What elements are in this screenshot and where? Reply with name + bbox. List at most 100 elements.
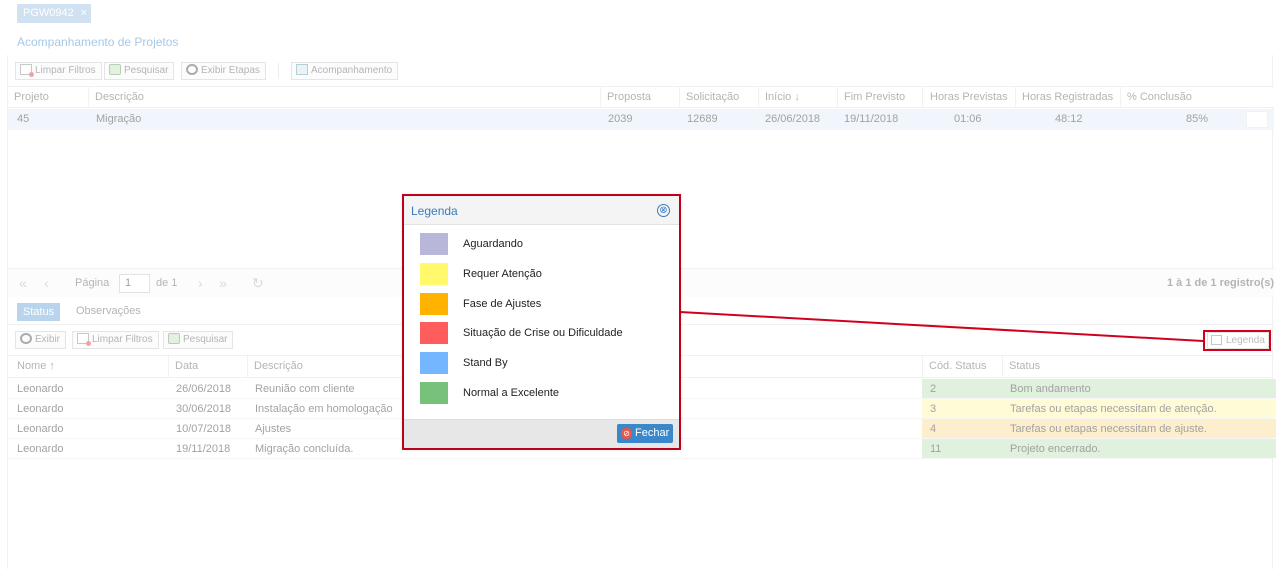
search-icon — [168, 333, 180, 344]
prev-page-icon[interactable]: ‹ — [44, 275, 49, 291]
legend-swatch — [420, 352, 448, 375]
cell-descricao: Migração — [96, 113, 142, 125]
legend-swatch — [420, 292, 448, 315]
show-stages-button[interactable]: Exibir Etapas — [181, 62, 266, 80]
cancel-icon: ⊘ — [621, 428, 632, 439]
dialog-title: Legenda — [411, 204, 458, 218]
lower-clear-filters-label: Limpar Filtros — [92, 334, 153, 345]
page-label: Página — [75, 277, 110, 289]
col-status[interactable]: Status — [1002, 356, 1274, 377]
row-action-box[interactable] — [1246, 111, 1268, 128]
clear-filter-icon — [77, 333, 91, 346]
clear-filter-icon — [20, 64, 34, 77]
cell-nome: Leonardo — [17, 403, 64, 415]
col-conclusao[interactable]: % Conclusão — [1120, 87, 1246, 108]
cell-data: 10/07/2018 — [176, 423, 232, 435]
magnifier-icon — [186, 64, 198, 75]
page-input[interactable]: 1 — [119, 274, 150, 293]
show-button[interactable]: Exibir — [15, 331, 67, 349]
show-stages-label: Exibir Etapas — [201, 65, 260, 76]
magnifier-icon — [20, 333, 32, 344]
cell-nome: Leonardo — [17, 443, 64, 455]
cell-cod-status: 4 — [930, 423, 937, 435]
cell-descricao: Migração concluída. — [255, 443, 354, 455]
refresh-icon[interactable]: ↻ — [252, 275, 264, 292]
cell-status: Tarefas ou etapas necessitam de ajuste. — [1010, 423, 1207, 435]
show-label: Exibir — [35, 334, 61, 345]
page-total: de 1 — [156, 277, 178, 289]
tab-label: PGW0942 — [23, 7, 74, 19]
cell-cod-status: 11 — [930, 443, 942, 455]
first-page-icon[interactable]: « — [19, 275, 27, 291]
cell-projeto: 45 — [17, 113, 30, 125]
lower-search-button[interactable]: Pesquisar — [163, 331, 234, 349]
legend-button-highlight — [1203, 330, 1271, 351]
legend-label: Situação de Crise ou Dificuldade — [463, 327, 623, 340]
col-horas-previstas[interactable]: Horas Previstas — [922, 87, 1015, 108]
tab-close-icon[interactable]: × — [81, 4, 87, 23]
lower-search-label: Pesquisar — [183, 334, 228, 345]
cell-cod-status: 2 — [930, 383, 937, 395]
close-icon[interactable]: ⊗ — [657, 204, 670, 217]
last-page-icon[interactable]: » — [219, 275, 227, 291]
col-projeto[interactable]: Projeto — [8, 87, 88, 108]
tab-pgw0942[interactable]: PGW0942 × — [17, 4, 91, 23]
col-nome[interactable]: Nome ↑ — [8, 356, 168, 377]
clear-filters-button[interactable]: Limpar Filtros — [15, 62, 102, 80]
cell-nome: Leonardo — [17, 423, 64, 435]
cell-proposta: 2039 — [608, 113, 633, 125]
legend-label: Requer Atenção — [463, 267, 542, 280]
cell-conclusao: 85% — [1186, 113, 1209, 125]
cell-descricao: Reunião com cliente — [255, 383, 355, 395]
legend-label: Aguardando — [463, 238, 523, 250]
cell-descricao: Instalação em homologação — [255, 403, 393, 415]
tab-status[interactable]: Status — [17, 303, 60, 321]
legend-swatch — [420, 262, 448, 285]
cell-nome: Leonardo — [17, 383, 64, 395]
cell-data: 19/11/2018 — [176, 443, 231, 455]
col-fim-previsto[interactable]: Fim Previsto — [837, 87, 922, 108]
cell-solicitacao: 12689 — [687, 113, 718, 125]
dialog-footer: ⊘ Fechar — [404, 419, 679, 448]
col-inicio[interactable]: Início ↓ — [758, 87, 837, 108]
cell-data: 30/06/2018 — [176, 403, 232, 415]
col-solicitacao[interactable]: Solicitação — [679, 87, 758, 108]
col-horas-registradas[interactable]: Horas Registradas — [1015, 87, 1120, 108]
col-proposta[interactable]: Proposta — [600, 87, 679, 108]
search-icon — [109, 64, 121, 75]
search-button[interactable]: Pesquisar — [104, 62, 175, 80]
table-row[interactable]: 45 Migração 2039 12689 26/06/2018 19/11/… — [8, 109, 1274, 130]
record-count: 1 à 1 de 1 registro(s) — [1167, 277, 1274, 289]
cell-descricao: Ajustes — [255, 423, 292, 435]
legend-label: Normal a Excelente — [463, 387, 559, 399]
cell-horas-registradas: 48:12 — [1055, 113, 1083, 125]
cell-fim-previsto: 19/11/2018 — [844, 113, 899, 125]
cell-inicio: 26/06/2018 — [765, 113, 821, 125]
col-cod-status[interactable]: Cód. Status — [922, 356, 1002, 377]
legend-label: Fase de Ajustes — [463, 297, 542, 310]
cell-cod-status: 3 — [930, 403, 937, 415]
close-label: Fechar — [635, 427, 670, 439]
close-button[interactable]: ⊘ Fechar — [617, 424, 673, 443]
legend-swatch — [420, 382, 448, 404]
tab-observacoes[interactable]: Observações — [76, 305, 141, 317]
search-label: Pesquisar — [124, 65, 169, 76]
toolbar-divider — [278, 63, 279, 79]
lower-clear-filters-button[interactable]: Limpar Filtros — [72, 331, 159, 349]
cell-status: Projeto encerrado. — [1010, 443, 1101, 455]
tracking-icon — [296, 64, 308, 75]
next-page-icon[interactable]: › — [198, 275, 203, 291]
col-data[interactable]: Data — [168, 356, 247, 377]
cell-horas-previstas: 01:06 — [954, 113, 982, 125]
legend-swatch — [420, 322, 448, 345]
legend-swatch — [420, 233, 448, 255]
projects-grid-header: Projeto Descrição Proposta Solicitação I… — [8, 86, 1274, 108]
tracking-button[interactable]: Acompanhamento — [291, 62, 399, 80]
page-title: Acompanhamento de Projetos — [17, 35, 179, 49]
tracking-label: Acompanhamento — [311, 65, 393, 76]
cell-status: Bom andamento — [1010, 383, 1091, 395]
legend-label: Stand By — [463, 357, 508, 370]
cell-data: 26/06/2018 — [176, 383, 232, 395]
col-descricao[interactable]: Descrição — [88, 87, 600, 108]
dialog-header: Legenda ⊗ — [404, 196, 679, 225]
